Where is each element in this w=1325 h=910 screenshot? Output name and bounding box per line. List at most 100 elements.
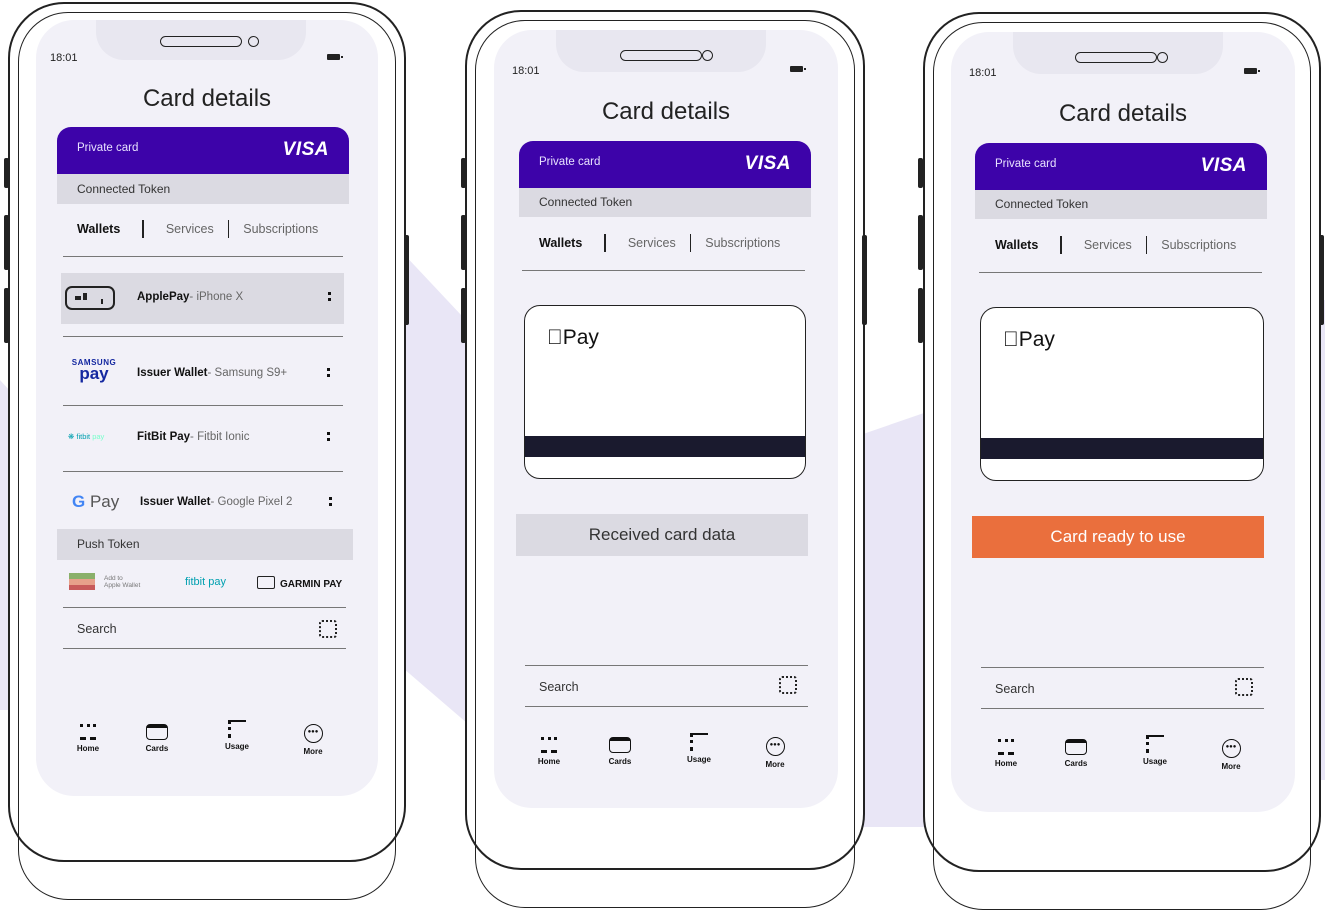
nav-label: Home bbox=[537, 757, 561, 766]
google-pay-logo: G Pay bbox=[72, 492, 120, 511]
fitbit-pay-logo: ❋ fitbit pay bbox=[68, 432, 105, 441]
wallet-row-samsung[interactable]: SAMSUNG pay Issuer Wallet - Samsung S9+ bbox=[61, 350, 344, 400]
nav-home[interactable]: Home bbox=[981, 739, 1031, 768]
search-icon[interactable] bbox=[779, 676, 797, 694]
divider bbox=[63, 471, 343, 472]
add-to-apple-wallet[interactable]: Add to Apple Wallet bbox=[104, 575, 174, 589]
status-banner: Received card data bbox=[516, 514, 808, 556]
kebab-menu-icon[interactable] bbox=[329, 497, 333, 509]
kebab-menu-icon[interactable] bbox=[328, 292, 332, 304]
nav-label: More bbox=[303, 747, 323, 756]
nav-cards[interactable]: Cards bbox=[1051, 739, 1101, 768]
wallet-name: ApplePay bbox=[137, 291, 190, 303]
nav-usage[interactable]: Usage bbox=[1130, 735, 1180, 766]
battery-icon bbox=[1244, 68, 1260, 74]
wallet-label: ApplePay - iPhone X bbox=[137, 291, 243, 303]
bottom-nav: Home Cards Usage ●●● More bbox=[494, 733, 838, 783]
search-icon[interactable] bbox=[1235, 678, 1253, 696]
tab-divider bbox=[1060, 236, 1062, 254]
camera bbox=[702, 50, 713, 61]
wallet-device: - Fitbit Ionic bbox=[190, 431, 250, 443]
tab-subscriptions[interactable]: Subscriptions bbox=[705, 236, 780, 250]
wallet-row-fitbit[interactable]: ❋ fitbit pay FitBit Pay - Fitbit Ionic bbox=[61, 418, 344, 458]
divider bbox=[981, 667, 1264, 668]
screen-3: 18:01 Card details Private card VISA Con… bbox=[951, 32, 1295, 812]
nav-usage[interactable]: Usage bbox=[674, 733, 724, 764]
phone-1-side-button bbox=[4, 288, 9, 343]
tabs: Wallets Services Subscriptions bbox=[995, 236, 1236, 254]
card-header[interactable]: Private card VISA bbox=[519, 141, 811, 188]
tab-services[interactable]: Services bbox=[1084, 238, 1132, 252]
visa-logo: VISA bbox=[744, 153, 791, 174]
divider bbox=[63, 405, 343, 406]
nav-usage[interactable]: Usage bbox=[212, 720, 262, 751]
search-field[interactable]: Search bbox=[539, 676, 797, 700]
wallet-row-gpay[interactable]: G Pay Issuer Wallet - Google Pixel 2 bbox=[61, 482, 344, 524]
wallet-device: - Samsung S9+ bbox=[207, 367, 288, 379]
apple-wallet-icon[interactable] bbox=[69, 573, 95, 590]
nav-label: Usage bbox=[224, 742, 249, 751]
card-icon bbox=[146, 724, 168, 740]
nav-more[interactable]: ●●● More bbox=[288, 724, 338, 756]
phone-2-side-button bbox=[461, 288, 466, 343]
search-icon[interactable] bbox=[319, 620, 337, 638]
card-header[interactable]: Private card VISA bbox=[57, 127, 349, 174]
wallet-name: Issuer Wallet bbox=[137, 367, 208, 379]
divider bbox=[522, 270, 805, 271]
nav-label: Home bbox=[76, 744, 100, 753]
phone-1-power-button bbox=[404, 235, 409, 325]
speaker bbox=[160, 36, 242, 47]
wallet-row-applepay[interactable]: ApplePay - iPhone X bbox=[61, 273, 344, 324]
wallet-device: - Google Pixel 2 bbox=[210, 496, 293, 508]
tab-wallets[interactable]: Wallets bbox=[539, 236, 582, 250]
push-targets: Add to Apple Wallet fitbit pay GARMIN PAY bbox=[57, 564, 353, 600]
fitbit-pay-button[interactable]: fitbit pay bbox=[185, 576, 226, 588]
home-icon bbox=[998, 739, 1014, 755]
search-label: Search bbox=[539, 680, 579, 694]
nav-cards[interactable]: Cards bbox=[132, 724, 182, 753]
apple-pay-card: Pay bbox=[980, 307, 1264, 481]
nav-cards[interactable]: Cards bbox=[595, 737, 645, 766]
usage-icon bbox=[1146, 735, 1164, 753]
nav-label: Usage bbox=[686, 755, 711, 764]
phone-3-power-button bbox=[1319, 235, 1324, 325]
tabs: Wallets Services Subscriptions bbox=[77, 220, 318, 238]
kebab-menu-icon[interactable] bbox=[327, 368, 331, 380]
phone-2-side-button bbox=[461, 158, 466, 188]
visa-logo: VISA bbox=[1200, 155, 1247, 176]
nav-more[interactable]: ●●● More bbox=[750, 737, 800, 769]
tab-wallets[interactable]: Wallets bbox=[995, 238, 1038, 252]
status-time: 18:01 bbox=[969, 67, 997, 79]
tab-subscriptions[interactable]: Subscriptions bbox=[1161, 238, 1236, 252]
kebab-menu-icon[interactable] bbox=[327, 432, 331, 444]
garmin-pay-button[interactable]: GARMIN PAY bbox=[257, 576, 342, 590]
samsung-pay-logo: SAMSUNG pay bbox=[71, 358, 117, 383]
more-icon: ●●● bbox=[303, 724, 323, 743]
nav-home[interactable]: Home bbox=[524, 737, 574, 766]
card-icon bbox=[609, 737, 631, 753]
divider bbox=[525, 665, 808, 666]
tab-services[interactable]: Services bbox=[166, 222, 214, 236]
search-field[interactable]: Search bbox=[77, 620, 337, 642]
bottom-nav: Home Cards Usage ●●● More bbox=[951, 735, 1295, 785]
push-token-header: Push Token bbox=[57, 529, 353, 560]
pay-label: Pay bbox=[547, 326, 599, 349]
card-label: Private card bbox=[539, 156, 601, 168]
nav-more[interactable]: ●●● More bbox=[1206, 739, 1256, 771]
divider bbox=[981, 708, 1264, 709]
search-field[interactable]: Search bbox=[995, 678, 1253, 702]
camera bbox=[1157, 52, 1168, 63]
tab-services[interactable]: Services bbox=[628, 236, 676, 250]
card-label: Private card bbox=[995, 158, 1057, 170]
nav-label: More bbox=[765, 760, 785, 769]
phone-1-side-button bbox=[4, 215, 9, 270]
nav-home[interactable]: Home bbox=[63, 724, 113, 753]
apple-pay-logo: Pay bbox=[1003, 328, 1055, 352]
card-icon bbox=[1065, 739, 1087, 755]
divider bbox=[63, 256, 343, 257]
divider bbox=[525, 706, 808, 707]
tab-wallets[interactable]: Wallets bbox=[77, 222, 120, 236]
tab-subscriptions[interactable]: Subscriptions bbox=[243, 222, 318, 236]
status-time: 18:01 bbox=[512, 65, 540, 77]
card-header[interactable]: Private card VISA bbox=[975, 143, 1267, 190]
